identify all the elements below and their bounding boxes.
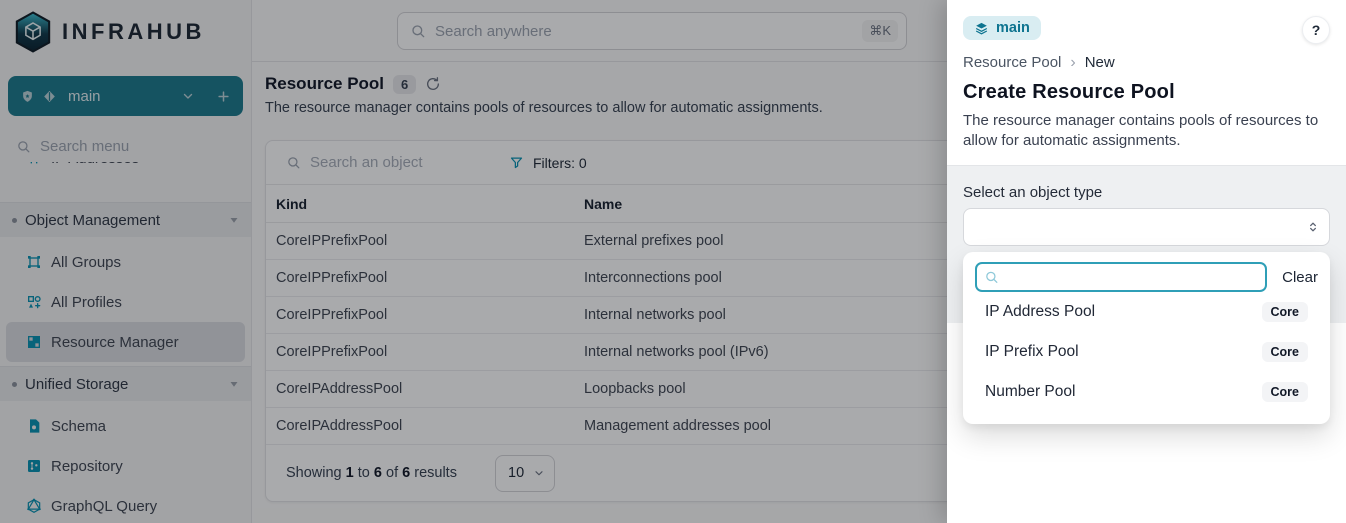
option-ip-prefix-pool[interactable]: IP Prefix Pool Core [975, 332, 1318, 372]
drawer-title: Create Resource Pool [963, 81, 1330, 104]
core-badge: Core [1262, 342, 1308, 362]
search-icon [984, 270, 999, 285]
option-label: IP Address Pool [985, 303, 1095, 321]
object-type-dropdown: Clear IP Address Pool Core IP Prefix Poo… [963, 252, 1330, 424]
breadcrumb-resource-pool[interactable]: Resource Pool [963, 54, 1061, 71]
chevron-right-icon: › [1061, 54, 1084, 72]
create-resource-pool-drawer: main ? Resource Pool › New Create Resour… [947, 0, 1346, 523]
dropdown-search [975, 262, 1267, 292]
app-screen: INFRAHUB main Search menu [0, 0, 1346, 523]
option-number-pool[interactable]: Number Pool Core [975, 372, 1318, 412]
clear-button[interactable]: Clear [1282, 269, 1318, 286]
help-button[interactable]: ? [1302, 16, 1330, 44]
object-type-label: Select an object type [963, 184, 1330, 201]
drawer-header: main ? Resource Pool › New Create Resour… [947, 0, 1346, 165]
chevron-up-down-icon [1306, 220, 1320, 234]
dropdown-search-input[interactable] [975, 262, 1267, 292]
object-type-select[interactable] [963, 208, 1330, 246]
core-badge: Core [1262, 302, 1308, 322]
layers-icon [974, 21, 989, 36]
option-ip-address-pool[interactable]: IP Address Pool Core [975, 292, 1318, 332]
branch-badge-label: main [996, 20, 1030, 36]
breadcrumb: Resource Pool › New [963, 54, 1330, 72]
drawer-description: The resource manager contains pools of r… [963, 111, 1325, 152]
modal-overlay[interactable] [0, 0, 947, 523]
core-badge: Core [1262, 382, 1308, 402]
breadcrumb-new: New [1085, 54, 1115, 71]
option-label: Number Pool [985, 383, 1075, 401]
option-label: IP Prefix Pool [985, 343, 1079, 361]
branch-badge[interactable]: main [963, 16, 1041, 40]
